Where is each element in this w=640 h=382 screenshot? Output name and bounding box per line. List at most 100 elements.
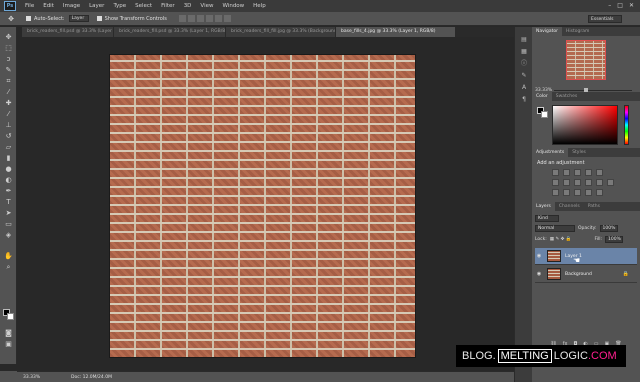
align-middle-icon[interactable]: [187, 15, 195, 22]
quick-mask-icon[interactable]: ◙: [3, 329, 14, 338]
tab-histogram[interactable]: Histogram: [562, 27, 593, 36]
shape-icon[interactable]: ▭: [3, 220, 14, 229]
gradient-map-icon[interactable]: [585, 189, 592, 196]
menu-window[interactable]: Window: [222, 3, 244, 9]
layer-item-layer-1[interactable]: ◉ Layer 1: [535, 248, 637, 265]
curves-icon[interactable]: [574, 169, 581, 176]
pen-icon[interactable]: ✒: [3, 187, 14, 196]
history-panel-icon[interactable]: ▤: [519, 35, 529, 44]
menu-type[interactable]: Type: [113, 3, 126, 9]
zoom-level[interactable]: 33.33%: [23, 375, 47, 380]
tab-document-1[interactable]: brick_readers_fill.psd @ 33.3% (Layer 1,…: [22, 27, 114, 37]
tab-document-2[interactable]: brick_readers_fill.psd @ 33.3% (Layer 1,…: [114, 27, 226, 37]
navigator-zoom-slider[interactable]: [554, 88, 632, 93]
history-brush-icon[interactable]: ↺: [3, 132, 14, 141]
invert-icon[interactable]: [552, 189, 559, 196]
auto-select-checkbox[interactable]: [26, 16, 31, 21]
quick-select-icon[interactable]: ✎: [3, 66, 14, 75]
crop-icon[interactable]: ⌗: [3, 77, 14, 86]
hand-icon[interactable]: ✋: [3, 252, 14, 261]
vibrance-icon[interactable]: [596, 169, 603, 176]
opacity-field[interactable]: 100%: [599, 225, 618, 232]
menu-3d[interactable]: 3D: [184, 3, 192, 9]
type-icon[interactable]: T: [3, 198, 14, 207]
tab-document-3[interactable]: brick_readers_fill_fill.jpg @ 33.3% (Bac…: [226, 27, 336, 37]
lock-icons[interactable]: ▦ ✎ ✥ 🔒: [550, 237, 572, 242]
tab-adjustments[interactable]: Adjustments: [532, 148, 569, 157]
align-center-icon[interactable]: [214, 15, 222, 22]
menu-edit[interactable]: Edit: [43, 3, 54, 9]
posterize-icon[interactable]: [563, 189, 570, 196]
levels-icon[interactable]: [563, 169, 570, 176]
menu-file[interactable]: File: [25, 3, 34, 9]
tab-document-4[interactable]: base_fills_4.jpg @ 33.3% (Layer 1, RGB/8…: [336, 27, 456, 37]
tab-channels[interactable]: Channels: [555, 202, 584, 211]
exposure-icon[interactable]: [585, 169, 592, 176]
tab-swatches[interactable]: Swatches: [552, 92, 582, 101]
paragraph-panel-icon[interactable]: ¶: [519, 95, 529, 104]
workspace-dropdown[interactable]: Essentials: [588, 15, 622, 23]
path-select-icon[interactable]: ➤: [3, 209, 14, 218]
color-balance-icon[interactable]: [563, 179, 570, 186]
fill-field[interactable]: 100%: [605, 236, 623, 243]
kind-filter-dropdown[interactable]: Kind: [535, 215, 559, 222]
clone-stamp-icon[interactable]: ⊥: [3, 121, 14, 130]
tab-paths[interactable]: Paths: [584, 202, 604, 211]
hue-slider[interactable]: [624, 105, 629, 145]
color-picker-field[interactable]: [552, 105, 618, 145]
maximize-button[interactable]: □: [617, 2, 623, 9]
color-background-swatch[interactable]: [541, 111, 548, 118]
canvas-area[interactable]: [17, 37, 514, 364]
brush-panel-icon[interactable]: ✎: [519, 71, 529, 80]
menu-layer[interactable]: Layer: [89, 3, 104, 9]
dodge-icon[interactable]: ◐: [3, 176, 14, 185]
menu-image[interactable]: Image: [63, 3, 80, 9]
close-button[interactable]: ✕: [629, 2, 634, 9]
properties-panel-icon[interactable]: ▦: [519, 47, 529, 56]
zoom-icon[interactable]: ⌕: [3, 263, 14, 272]
navigator-thumbnail[interactable]: [566, 40, 606, 80]
brick-texture-document[interactable]: [110, 55, 415, 357]
tab-color[interactable]: Color: [532, 92, 552, 101]
color-lookup-icon[interactable]: [607, 179, 614, 186]
blend-mode-dropdown[interactable]: Normal: [535, 225, 575, 232]
tab-styles[interactable]: Styles: [568, 148, 590, 157]
lasso-icon[interactable]: ↄ: [3, 55, 14, 64]
align-bottom-icon[interactable]: [196, 15, 204, 22]
layer-name[interactable]: Background: [565, 272, 592, 277]
eraser-icon[interactable]: ▱: [3, 143, 14, 152]
channel-mixer-icon[interactable]: [596, 179, 603, 186]
character-panel-icon[interactable]: A: [519, 83, 529, 92]
tab-layers[interactable]: Layers: [532, 202, 555, 211]
document-info[interactable]: Doc: 12.0M/24.0M: [71, 375, 112, 380]
align-top-icon[interactable]: [178, 15, 186, 22]
screen-mode-icon[interactable]: ▣: [3, 340, 14, 349]
eyedropper-icon[interactable]: ⁄: [3, 88, 14, 97]
brush-icon[interactable]: ⁄: [3, 110, 14, 119]
hue-saturation-icon[interactable]: [552, 179, 559, 186]
black-white-icon[interactable]: [574, 179, 581, 186]
layer-item-background[interactable]: ◉ Background 🔒: [535, 266, 637, 283]
marquee-icon[interactable]: ⬚: [3, 44, 14, 53]
minimize-button[interactable]: –: [608, 2, 611, 9]
gradient-icon[interactable]: ▮: [3, 154, 14, 163]
brightness-icon[interactable]: [552, 169, 559, 176]
show-transform-checkbox[interactable]: [96, 16, 102, 21]
move-icon[interactable]: ✥: [3, 33, 14, 42]
healing-icon[interactable]: ✚: [3, 99, 14, 108]
menu-view[interactable]: View: [200, 3, 213, 9]
tab-navigator[interactable]: Navigator: [532, 27, 563, 36]
align-right-icon[interactable]: [223, 15, 231, 22]
blur-icon[interactable]: ●: [3, 165, 14, 174]
menu-help[interactable]: Help: [253, 3, 266, 9]
menu-filter[interactable]: Filter: [161, 3, 175, 9]
auto-select-dropdown[interactable]: Layer: [68, 15, 89, 22]
background-color-swatch[interactable]: [7, 313, 14, 320]
menu-select[interactable]: Select: [135, 3, 152, 9]
photo-filter-icon[interactable]: [585, 179, 592, 186]
selective-color-icon[interactable]: [596, 189, 603, 196]
move-tool-icon[interactable]: ✥: [4, 14, 18, 24]
info-panel-icon[interactable]: ⓘ: [519, 59, 529, 68]
visibility-eye-icon[interactable]: ◉: [535, 271, 543, 277]
visibility-eye-icon[interactable]: ◉: [535, 253, 543, 259]
